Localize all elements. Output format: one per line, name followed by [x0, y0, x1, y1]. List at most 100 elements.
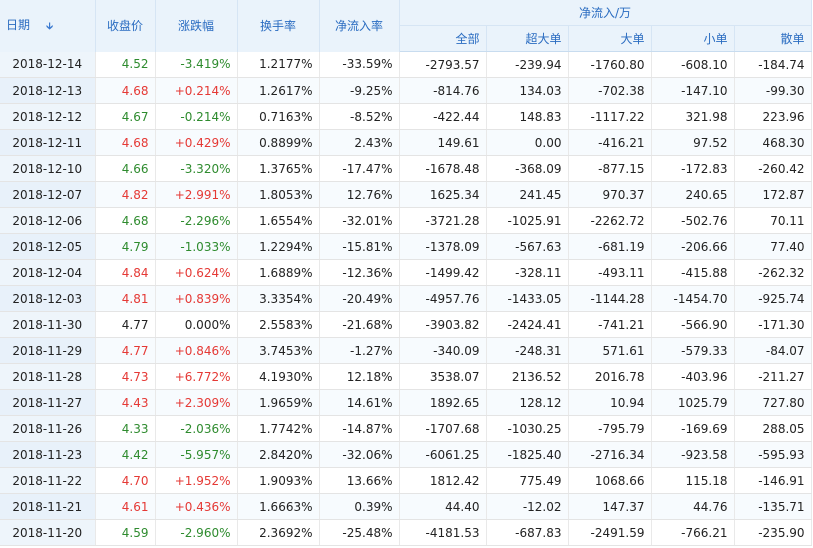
cell-retail: 468.30: [734, 129, 812, 156]
cell-turnover: 1.2294%: [237, 233, 320, 260]
cell-date: 2018-12-10: [0, 155, 96, 182]
table-row: 2018-11-20 4.59 -2.960% 2.3692% -25.48% -4181…: [0, 519, 812, 546]
cell-super-large: 0.00: [486, 129, 569, 156]
cell-small: -579.33: [651, 337, 735, 364]
cell-net-pct: -15.81%: [319, 233, 400, 260]
header-net-pct[interactable]: 净流入率: [319, 0, 400, 52]
cell-retail: -235.90: [734, 519, 812, 546]
table-row: 2018-12-07 4.82 +2.991% 1.8053% 12.76% 1625.3…: [0, 181, 812, 208]
cell-large: 571.61: [568, 337, 652, 364]
cell-all: -4957.76: [399, 285, 487, 312]
cell-retail: -184.74: [734, 51, 812, 78]
cell-small: -608.10: [651, 51, 735, 78]
cell-turnover: 1.6663%: [237, 493, 320, 520]
cell-super-large: -248.31: [486, 337, 569, 364]
cell-retail: -84.07: [734, 337, 812, 364]
cell-large: 970.37: [568, 181, 652, 208]
cell-date: 2018-12-03: [0, 285, 96, 312]
cell-date: 2018-11-29: [0, 337, 96, 364]
cell-change: -1.033%: [155, 233, 238, 260]
cell-net-pct: -17.47%: [319, 155, 400, 182]
cell-turnover: 3.3354%: [237, 285, 320, 312]
cell-retail: -211.27: [734, 363, 812, 390]
cell-large: 2016.78: [568, 363, 652, 390]
cell-super-large: 128.12: [486, 389, 569, 416]
header-super-large[interactable]: 超大单: [486, 25, 569, 52]
cell-net-pct: -33.59%: [319, 51, 400, 78]
cell-large: -416.21: [568, 129, 652, 156]
fund-flow-table: 日期 🡳 收盘价 涨跌幅 换手率 净流入率 净流入/万 全部 超大单 大单 小单 …: [0, 0, 812, 546]
cell-turnover: 1.9659%: [237, 389, 320, 416]
cell-all: 1892.65: [399, 389, 487, 416]
table-row: 2018-11-30 4.77 0.000% 2.5583% -21.68% -3903.…: [0, 311, 812, 338]
cell-small: -415.88: [651, 259, 735, 286]
cell-net-pct: 12.76%: [319, 181, 400, 208]
cell-date: 2018-11-30: [0, 311, 96, 338]
cell-all: 44.40: [399, 493, 487, 520]
cell-large: -702.38: [568, 77, 652, 104]
cell-net-pct: -14.87%: [319, 415, 400, 442]
cell-small: -566.90: [651, 311, 735, 338]
cell-super-large: -1433.05: [486, 285, 569, 312]
header-all[interactable]: 全部: [399, 25, 487, 52]
cell-net-pct: -32.01%: [319, 207, 400, 234]
cell-date: 2018-12-14: [0, 51, 96, 78]
cell-small: -147.10: [651, 77, 735, 104]
cell-small: -206.66: [651, 233, 735, 260]
cell-all: -1499.42: [399, 259, 487, 286]
cell-small: 240.65: [651, 181, 735, 208]
cell-small: 44.76: [651, 493, 735, 520]
cell-super-large: -567.63: [486, 233, 569, 260]
cell-change: +2.991%: [155, 181, 238, 208]
sort-desc-icon[interactable]: 🡳: [46, 19, 53, 36]
cell-turnover: 2.3692%: [237, 519, 320, 546]
cell-turnover: 1.7742%: [237, 415, 320, 442]
cell-large: 1068.66: [568, 467, 652, 494]
cell-small: -502.76: [651, 207, 735, 234]
cell-change: +0.429%: [155, 129, 238, 156]
header-net-flow-group: 净流入/万: [399, 0, 812, 26]
cell-retail: -135.71: [734, 493, 812, 520]
cell-super-large: -328.11: [486, 259, 569, 286]
cell-large: -2716.34: [568, 441, 652, 468]
cell-all: 1812.42: [399, 467, 487, 494]
cell-large: -1117.22: [568, 103, 652, 130]
cell-retail: 70.11: [734, 207, 812, 234]
table-row: 2018-11-26 4.33 -2.036% 1.7742% -14.87% -1707…: [0, 415, 812, 442]
cell-change: -3.320%: [155, 155, 238, 182]
header-date[interactable]: 日期 🡳: [0, 0, 96, 52]
cell-date: 2018-11-26: [0, 415, 96, 442]
table-row: 2018-12-05 4.79 -1.033% 1.2294% -15.81% -1378…: [0, 233, 812, 260]
header-date-label: 日期: [6, 17, 31, 32]
cell-super-large: 148.83: [486, 103, 569, 130]
table-row: 2018-12-12 4.67 -0.214% 0.7163% -8.52% -422.4…: [0, 103, 812, 130]
cell-all: -2793.57: [399, 51, 487, 78]
header-change[interactable]: 涨跌幅: [155, 0, 238, 52]
cell-turnover: 1.6889%: [237, 259, 320, 286]
cell-close: 4.77: [95, 311, 156, 338]
cell-change: 0.000%: [155, 311, 238, 338]
header-close[interactable]: 收盘价: [95, 0, 156, 52]
header-turnover[interactable]: 换手率: [237, 0, 320, 52]
cell-small: 321.98: [651, 103, 735, 130]
table-row: 2018-12-06 4.68 -2.296% 1.6554% -32.01% -3721…: [0, 207, 812, 234]
cell-retail: -260.42: [734, 155, 812, 182]
header-small[interactable]: 小单: [651, 25, 735, 52]
header-retail[interactable]: 散单: [734, 25, 812, 52]
cell-super-large: 134.03: [486, 77, 569, 104]
cell-close: 4.33: [95, 415, 156, 442]
table-row: 2018-12-03 4.81 +0.839% 3.3354% -20.49% -4957…: [0, 285, 812, 312]
header-large[interactable]: 大单: [568, 25, 652, 52]
cell-all: -1378.09: [399, 233, 487, 260]
cell-small: 115.18: [651, 467, 735, 494]
cell-large: -1144.28: [568, 285, 652, 312]
cell-date: 2018-12-07: [0, 181, 96, 208]
cell-close: 4.67: [95, 103, 156, 130]
cell-date: 2018-11-23: [0, 441, 96, 468]
cell-close: 4.79: [95, 233, 156, 260]
cell-super-large: -1825.40: [486, 441, 569, 468]
cell-net-pct: 2.43%: [319, 129, 400, 156]
cell-retail: 77.40: [734, 233, 812, 260]
cell-large: -2262.72: [568, 207, 652, 234]
cell-net-pct: -12.36%: [319, 259, 400, 286]
